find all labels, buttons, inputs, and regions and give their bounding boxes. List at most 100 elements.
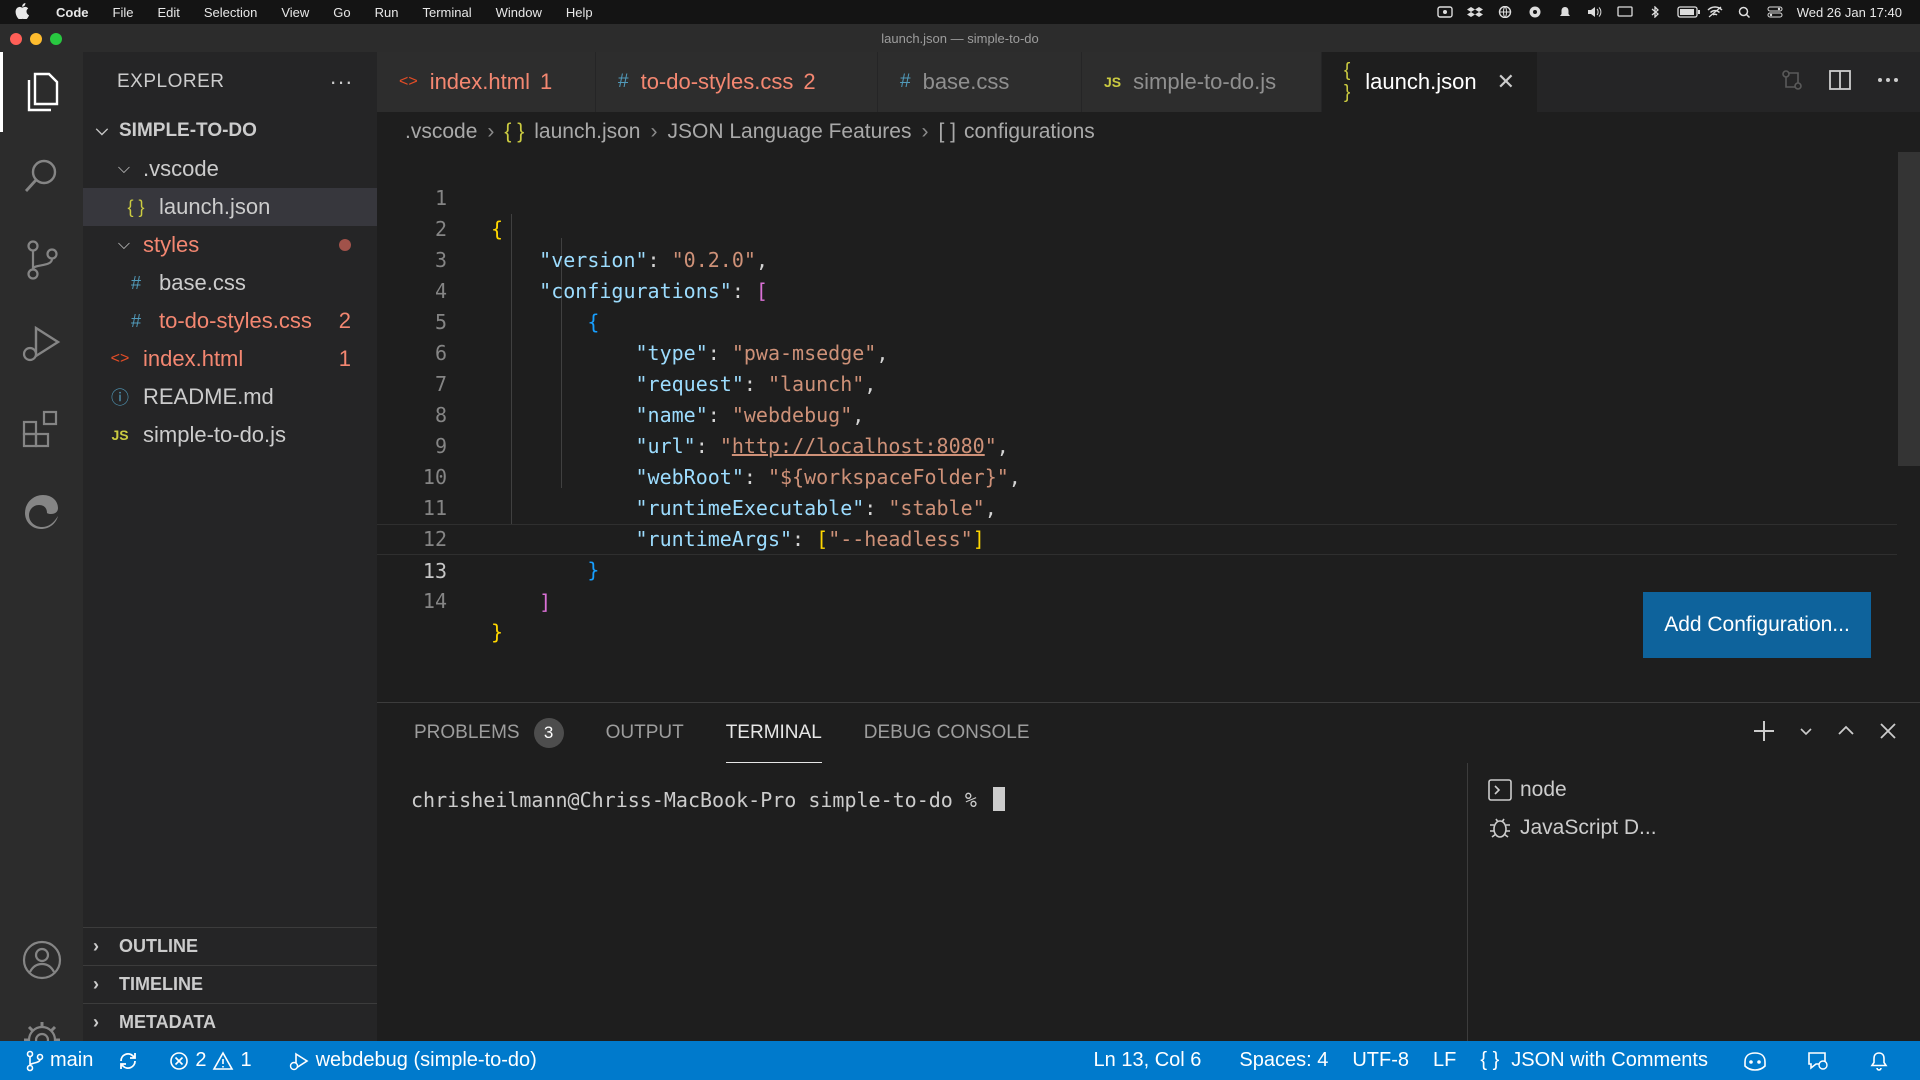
split-editor-icon[interactable] [1828,68,1852,92]
tree-file-readme[interactable]: ⓘ README.md [83,378,377,416]
breadcrumb-item[interactable]: configurations [964,120,1095,144]
json-file-icon: { } [127,196,145,217]
tree-item-label: launch.json [159,194,271,219]
panel-tab-problems[interactable]: PROBLEMS 3 [414,703,564,763]
status-sync[interactable] [105,1041,157,1080]
terminal-item-node[interactable]: node [1488,771,1567,809]
code-line-current: 13 ] [377,524,1897,614]
status-problems[interactable]: 2 1 [157,1041,263,1080]
menu-run[interactable]: Run [363,5,411,20]
section-timeline[interactable]: › TIMELINE [83,965,377,1003]
folder-root[interactable]: ⌵ SIMPLE-TO-DO [83,112,377,150]
close-panel-icon[interactable] [1878,721,1898,741]
status-debug-config[interactable]: webdebug (simple-to-do) [276,1041,549,1080]
tree-item-label: base.css [159,270,246,295]
accounts-activity-button[interactable] [0,920,83,1000]
panel-tab-output[interactable]: OUTPUT [606,703,684,763]
code-line: 4 { [377,245,1897,334]
tree-folder-vscode[interactable]: ⌵ .vscode [83,150,377,188]
tab-to-do-styles-css[interactable]: # to-do-styles.css 2 [596,52,878,112]
tab-simple-to-do-js[interactable]: JS simple-to-do.js [1082,52,1322,112]
menubar-clock[interactable]: Wed 26 Jan 17:40 [1797,5,1902,20]
breadcrumb-item[interactable]: launch.json [534,120,640,144]
css-file-icon: # [130,272,141,293]
status-eol[interactable]: LF [1421,1041,1468,1080]
edge-devtools-activity-button[interactable] [0,472,83,552]
notification-bell-icon[interactable] [1557,6,1573,18]
more-actions-icon[interactable] [1876,68,1900,92]
tab-base-css[interactable]: # base.css [878,52,1082,112]
add-configuration-button[interactable]: Add Configuration... [1643,592,1871,658]
minimize-window-button[interactable] [30,33,42,45]
apple-icon[interactable] [0,2,44,22]
globe-icon[interactable] [1497,5,1513,19]
tab-index-html[interactable]: <> index.html 1 [377,52,596,112]
tree-file-to-do-styles-css[interactable]: # to-do-styles.css 2 [83,302,377,340]
search-activity-button[interactable] [0,136,83,216]
menu-selection[interactable]: Selection [192,5,269,20]
bluetooth-icon[interactable] [1647,5,1663,19]
status-cursor-position[interactable]: Ln 13, Col 6 [1082,1041,1214,1080]
zoom-window-button[interactable] [50,33,62,45]
spotlight-search-icon[interactable] [1737,6,1753,19]
explorer-activity-button[interactable] [0,52,83,132]
status-indentation[interactable]: Spaces: 4 [1227,1041,1340,1080]
run-debug-activity-button[interactable] [0,304,83,384]
panel-tab-terminal[interactable]: TERMINAL [725,703,822,763]
tree-file-index-html[interactable]: <> index.html 1 [83,340,377,378]
terminal-item-javascript-debug[interactable]: JavaScript D... [1488,809,1657,847]
panel-tab-debug-console[interactable]: DEBUG CONSOLE [864,703,1030,763]
menu-view[interactable]: View [269,5,321,20]
control-center-icon[interactable] [1767,6,1783,18]
tree-file-base-css[interactable]: # base.css [83,264,377,302]
menu-edit[interactable]: Edit [145,5,191,20]
display-icon[interactable] [1617,6,1633,18]
maximize-panel-icon[interactable] [1836,721,1856,741]
section-label: METADATA [119,1012,216,1032]
terminal-output[interactable]: chrisheilmann@Chriss-MacBook-Pro simple-… [411,787,1005,812]
new-terminal-icon[interactable] [1752,719,1776,743]
breadcrumb-item[interactable]: JSON Language Features [668,120,912,144]
css-file-icon: # [130,310,141,331]
screen-record-icon[interactable] [1437,6,1453,18]
menu-help[interactable]: Help [554,5,605,20]
status-branch[interactable]: main [0,1041,105,1080]
menu-terminal[interactable]: Terminal [411,5,484,20]
close-window-button[interactable] [10,33,22,45]
explorer-more-actions-button[interactable]: ··· [330,69,353,95]
status-language-mode[interactable]: { } JSON with Comments [1468,1041,1720,1080]
editor-scrollbar[interactable] [1898,152,1920,466]
menu-go[interactable]: Go [321,5,362,20]
section-outline[interactable]: › OUTLINE [83,927,377,965]
battery-icon[interactable] [1677,6,1700,18]
close-tab-icon[interactable]: ✕ [1497,69,1515,95]
dropbox-icon[interactable] [1466,6,1483,18]
extension-tray-icon[interactable] [1527,6,1543,18]
menu-window[interactable]: Window [484,5,554,20]
code-line: 7 "name": "webdebug", [377,338,1897,427]
breadcrumb-item[interactable]: .vscode [405,120,477,144]
volume-icon[interactable] [1587,6,1603,18]
code-text: } [491,620,504,644]
status-feedback[interactable] [1794,1041,1848,1080]
wifi-icon[interactable] [1707,6,1723,18]
tab-launch-json[interactable]: { } launch.json ✕ [1322,52,1538,112]
chevron-right-icon: › [487,120,495,143]
status-encoding[interactable]: UTF-8 [1340,1041,1421,1080]
bottom-panel: PROBLEMS 3 OUTPUT TERMINAL DEBUG CONSOLE… [377,702,1920,1042]
source-control-activity-button[interactable] [0,220,83,300]
tree-folder-styles[interactable]: ⌵ styles [83,226,377,264]
section-metadata[interactable]: › METADATA [83,1003,377,1041]
menu-file[interactable]: File [101,5,146,20]
menu-app-code[interactable]: Code [44,5,101,20]
tree-file-launch-json[interactable]: { } launch.json [83,188,377,226]
status-live-share[interactable] [1730,1041,1786,1080]
chevron-down-icon[interactable] [1798,723,1814,739]
tree-file-simple-to-do-js[interactable]: JS simple-to-do.js [83,416,377,454]
info-file-icon: ⓘ [111,388,129,408]
tab-label: base.css [922,69,1010,94]
status-debug-label: webdebug (simple-to-do) [315,1049,537,1071]
extensions-activity-button[interactable] [0,388,83,468]
open-changes-icon[interactable] [1780,68,1804,92]
status-notifications[interactable] [1856,1041,1920,1080]
